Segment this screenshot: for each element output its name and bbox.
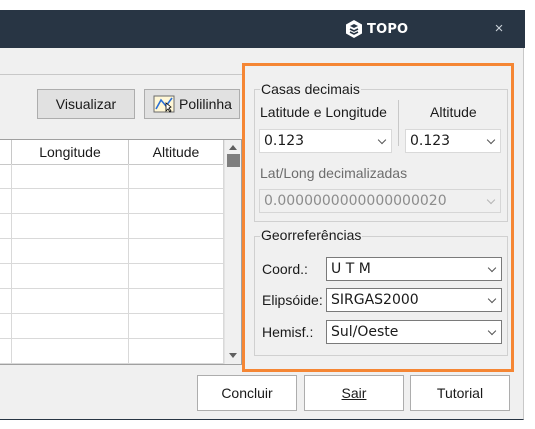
header-separator [0, 74, 243, 75]
decimalizadas-value: 0.0000000000000000020 [264, 193, 447, 209]
grid-header-cell [0, 140, 12, 164]
chevron-down-icon [487, 263, 497, 273]
table-cell[interactable] [12, 264, 129, 289]
hemisf-label: Hemisf.: [262, 324, 314, 340]
table-cell[interactable] [12, 239, 129, 264]
sair-label: Sair [341, 385, 367, 401]
table-cell[interactable] [129, 289, 224, 314]
table-cell[interactable] [0, 264, 12, 289]
coord-label: Coord.: [262, 261, 308, 277]
table-row[interactable] [0, 214, 224, 239]
concluir-label: Concluir [221, 385, 273, 401]
table-row[interactable] [0, 164, 224, 189]
table-cell[interactable] [129, 214, 224, 239]
table-cell[interactable] [0, 164, 12, 189]
polyline-icon [153, 95, 175, 113]
altitude-decimals-value: 0.123 [410, 133, 451, 149]
grid-vertical-scrollbar[interactable] [224, 140, 241, 364]
elipsoide-value: SIRGAS2000 [331, 292, 419, 308]
coord-select[interactable]: U T M [326, 257, 502, 281]
chevron-down-icon [487, 294, 497, 304]
scroll-down-icon[interactable] [229, 353, 237, 358]
tutorial-label: Tutorial [436, 385, 484, 401]
grid-header-altitude[interactable]: Altitude [129, 140, 224, 164]
table-cell[interactable] [12, 189, 129, 214]
table-cell[interactable] [12, 339, 129, 364]
sair-button[interactable]: Sair [304, 375, 404, 411]
polilinha-label: Polilinha [179, 96, 232, 112]
chevron-down-icon [487, 326, 497, 336]
chevron-down-icon [377, 135, 387, 145]
latlong-label: Latitude e Longitude [260, 104, 387, 120]
altitude-label: Altitude [430, 104, 477, 120]
table-cell[interactable] [129, 314, 224, 339]
latlong-decimals-value: 0.123 [264, 133, 305, 149]
scroll-thumb[interactable] [227, 154, 240, 167]
grid-header-longitude[interactable]: Longitude [12, 140, 129, 164]
chevron-down-icon [486, 195, 496, 205]
casas-vertical-separator [398, 100, 399, 146]
table-cell[interactable] [0, 189, 12, 214]
decimalizadas-label: Lat/Long decimalizadas [260, 165, 408, 181]
table-row[interactable] [0, 289, 224, 314]
grid-header: Longitude Altitude [0, 140, 224, 165]
table-cell[interactable] [0, 289, 12, 314]
table-cell[interactable] [0, 239, 12, 264]
hemisf-select[interactable]: Sul/Oeste [326, 320, 502, 344]
table-row[interactable] [0, 339, 224, 364]
georreferencias-legend: Georreferências [260, 227, 363, 243]
table-cell[interactable] [129, 264, 224, 289]
table-row[interactable] [0, 264, 224, 289]
table-cell[interactable] [12, 164, 129, 189]
table-cell[interactable] [129, 189, 224, 214]
visualizar-label: Visualizar [55, 96, 117, 112]
polilinha-button[interactable]: Polilinha [144, 89, 240, 119]
table-cell[interactable] [129, 339, 224, 364]
latlong-decimals-select[interactable]: 0.123 [259, 129, 392, 153]
decimalizadas-select: 0.0000000000000000020 [259, 189, 501, 213]
table-row[interactable] [0, 314, 224, 339]
table-cell[interactable] [0, 314, 12, 339]
coordinates-grid[interactable]: Longitude Altitude [0, 139, 242, 365]
visualizar-button[interactable]: Visualizar [37, 89, 135, 119]
coord-value: U T M [331, 261, 371, 277]
hemisf-value: Sul/Oeste [331, 324, 399, 340]
scroll-up-icon[interactable] [229, 145, 237, 150]
chevron-down-icon [486, 135, 496, 145]
table-cell[interactable] [12, 214, 129, 239]
table-cell[interactable] [0, 214, 12, 239]
app-logo-text: TOPO [367, 21, 409, 37]
topo-logo-icon [346, 20, 362, 38]
app-logo: TOPO [344, 18, 408, 40]
table-row[interactable] [0, 239, 224, 264]
concluir-button[interactable]: Concluir [197, 375, 297, 411]
elipsoide-label: Elipsóide: [262, 292, 323, 308]
table-cell[interactable] [12, 314, 129, 339]
altitude-decimals-select[interactable]: 0.123 [405, 129, 501, 153]
casas-decimais-legend: Casas decimais [260, 81, 361, 97]
elipsoide-select[interactable]: SIRGAS2000 [326, 288, 502, 312]
table-cell[interactable] [129, 239, 224, 264]
table-cell[interactable] [0, 339, 12, 364]
close-window-button[interactable]: × [489, 18, 509, 40]
title-bar: TOPO × [0, 10, 525, 48]
table-row[interactable] [0, 189, 224, 214]
tutorial-button[interactable]: Tutorial [410, 375, 510, 411]
table-cell[interactable] [129, 164, 224, 189]
settings-panel: Casas decimais Latitude e Longitude Alti… [248, 68, 511, 368]
table-cell[interactable] [12, 289, 129, 314]
